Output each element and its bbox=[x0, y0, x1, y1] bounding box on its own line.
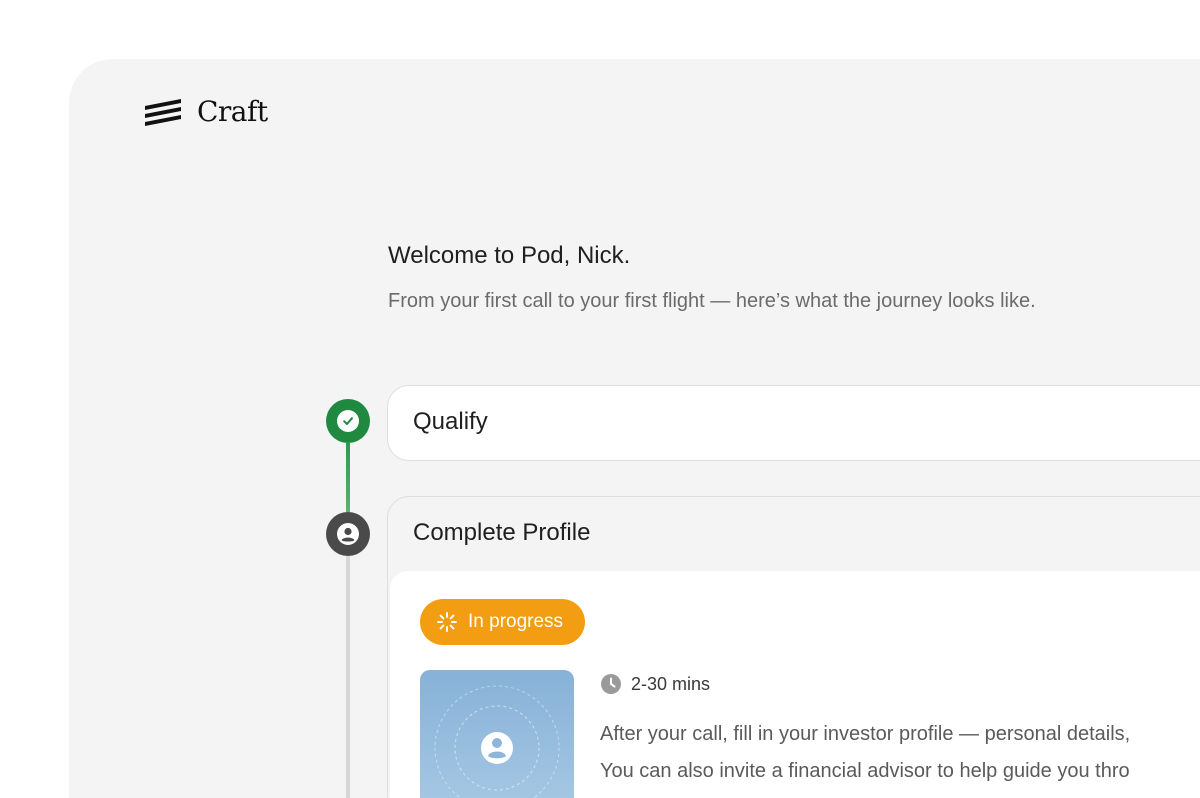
timeline-connector-completed bbox=[346, 443, 350, 512]
step-profile-description: After your call, fill in your investor p… bbox=[600, 716, 1200, 790]
duration-info: 2-30 mins bbox=[600, 673, 710, 695]
main-panel: Craft Welcome to Pod, Nick. From your fi… bbox=[69, 59, 1200, 798]
description-line: After your call, fill in your investor p… bbox=[600, 723, 1131, 745]
step-profile-card[interactable]: Complete Profile In progress 2-30 mins A… bbox=[387, 496, 1200, 798]
brand-name: Craft bbox=[197, 95, 268, 128]
step-profile-details: In progress 2-30 mins After your call, f… bbox=[390, 571, 1200, 798]
status-badge-label: In progress bbox=[468, 611, 564, 632]
check-icon bbox=[343, 417, 353, 425]
spinner-icon bbox=[437, 612, 457, 632]
step-qualify-card[interactable]: Qualify bbox=[387, 385, 1200, 461]
duration-label: 2-30 mins bbox=[631, 673, 711, 694]
welcome-subtitle: From your first call to your first fligh… bbox=[388, 290, 1036, 312]
clock-icon bbox=[601, 674, 621, 694]
description-line: You can also invite a financial advisor … bbox=[600, 760, 1130, 782]
welcome-title: Welcome to Pod, Nick. bbox=[388, 242, 631, 269]
user-icon bbox=[341, 527, 355, 542]
timeline-connector-pending bbox=[346, 556, 350, 798]
craft-stripes-logo-icon bbox=[145, 98, 181, 126]
step-profile-label: Complete Profile bbox=[413, 519, 591, 546]
step-qualify-label: Qualify bbox=[413, 408, 488, 435]
step-profile-status-node bbox=[326, 512, 370, 556]
step-qualify-status-node bbox=[326, 399, 370, 443]
brand-logo[interactable]: Craft bbox=[143, 95, 268, 128]
profile-thumbnail bbox=[420, 670, 574, 798]
status-badge: In progress bbox=[420, 599, 586, 645]
